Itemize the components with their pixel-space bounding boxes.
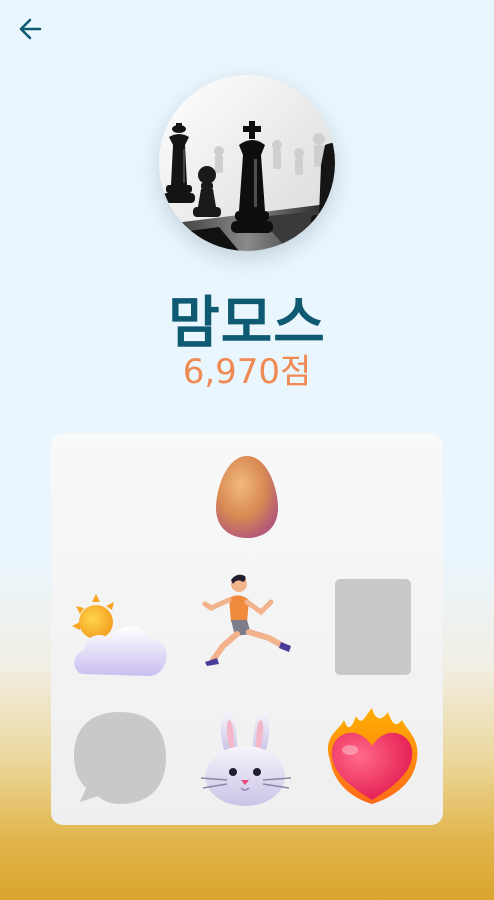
sticker-speech-bubble[interactable]: [70, 708, 170, 808]
sticker-sun-cloud[interactable]: [70, 588, 170, 688]
person-running-icon: [202, 574, 291, 666]
heart-on-fire-icon: [327, 708, 418, 804]
sticker-placeholder[interactable]: [335, 579, 411, 675]
sticker-heart-fire[interactable]: [322, 706, 422, 806]
profile-score: 6,970점: [182, 352, 312, 392]
sticker-egg[interactable]: [197, 447, 297, 547]
back-button[interactable]: [14, 14, 48, 44]
speech-bubble-icon: [74, 712, 166, 804]
arrow-left-icon: [19, 18, 42, 40]
sticker-runner[interactable]: [197, 574, 297, 674]
egg-icon: [216, 456, 278, 538]
chess-pieces-photo: [159, 75, 335, 251]
profile-avatar: [159, 75, 335, 251]
sticker-rabbit[interactable]: [197, 708, 297, 808]
sun-behind-cloud-icon: [72, 594, 167, 676]
rabbit-face-icon: [200, 712, 292, 806]
